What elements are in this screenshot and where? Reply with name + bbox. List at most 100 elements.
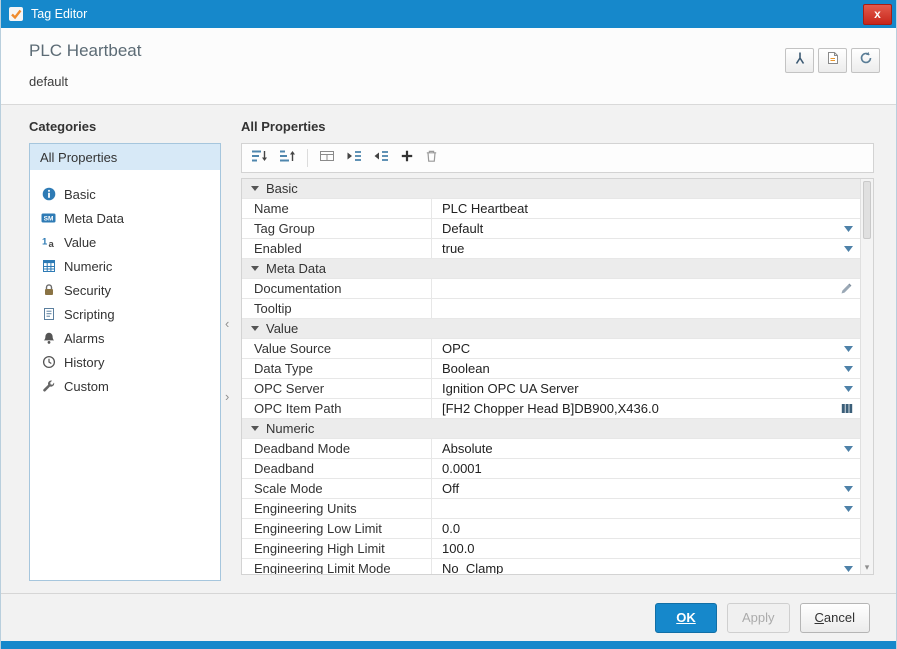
category-item-history[interactable]: History (30, 350, 220, 374)
info-icon (40, 187, 57, 201)
property-value-cell[interactable] (432, 299, 860, 318)
property-value-cell[interactable]: 100.0 (432, 539, 860, 558)
vertical-scrollbar[interactable]: ▾ (860, 179, 873, 574)
delete-button[interactable] (425, 149, 438, 168)
property-value: Default (442, 221, 484, 236)
section-header-value[interactable]: Value (242, 319, 860, 339)
dropdown-arrow-icon[interactable] (844, 365, 853, 372)
expand-all-button[interactable] (346, 149, 362, 168)
category-label: Basic (64, 186, 96, 202)
dropdown-arrow-icon[interactable] (844, 245, 853, 252)
property-value-cell[interactable]: 0.0 (432, 519, 860, 538)
property-value-cell[interactable]: 0.0001 (432, 459, 860, 478)
dropdown-arrow-icon[interactable] (844, 345, 853, 352)
property-value-cell[interactable]: PLC Heartbeat (432, 199, 860, 218)
section-label: Basic (266, 181, 298, 196)
value-icon: 1a (40, 235, 57, 250)
dropdown-arrow-icon[interactable] (844, 505, 853, 512)
dropdown-arrow-icon[interactable] (844, 445, 853, 452)
clock-icon (40, 355, 57, 369)
dropdown-arrow-icon[interactable] (844, 385, 853, 392)
refresh-button[interactable] (851, 48, 880, 73)
property-value-cell[interactable]: Boolean (432, 359, 860, 378)
header: PLC Heartbeat default (1, 28, 896, 105)
section-header-basic[interactable]: Basic (242, 179, 860, 199)
category-item-numeric[interactable]: Numeric (30, 254, 220, 278)
panel-splitter[interactable]: ‹ › (221, 119, 241, 593)
property-name: Value Source (242, 339, 432, 358)
property-value-cell[interactable] (432, 279, 860, 298)
property-value: No_Clamp (442, 561, 504, 574)
header-buttons (785, 41, 880, 104)
property-row-engineering-limit-mode: Engineering Limit Mode No_Clamp (242, 559, 860, 574)
property-value-cell[interactable]: No_Clamp (432, 559, 860, 574)
property-value: [FH2 Chopper Head B]DB900,X436.0 (442, 401, 659, 416)
opc-browse-icon[interactable] (841, 403, 853, 414)
categories-heading: Categories (29, 119, 97, 134)
collapse-all-button[interactable] (373, 149, 389, 168)
section-header-meta-data[interactable]: Meta Data (242, 259, 860, 279)
property-row-tooltip: Tooltip (242, 299, 860, 319)
scroll-down-icon[interactable]: ▾ (861, 562, 873, 573)
category-label: Meta Data (64, 210, 124, 226)
category-item-security[interactable]: Security (30, 278, 220, 302)
diagnostics-button[interactable] (785, 48, 814, 73)
categories-list: All Properties Basic SM Meta Data 1 a Value Num… (29, 143, 221, 581)
property-value-cell[interactable]: true (432, 239, 860, 258)
apply-button[interactable]: Apply (727, 602, 790, 633)
property-name: Deadband Mode (242, 439, 432, 458)
cancel-button[interactable]: Cancel (799, 602, 870, 633)
edit-pencil-icon[interactable] (840, 282, 853, 295)
notes-button[interactable] (818, 48, 847, 73)
category-item-basic[interactable]: Basic (30, 182, 220, 206)
delete-icon (425, 149, 438, 168)
close-button[interactable]: x (863, 3, 892, 25)
property-value: 0.0 (442, 521, 461, 536)
property-row-deadband-mode: Deadband Mode Absolute (242, 439, 860, 459)
dropdown-arrow-icon[interactable] (844, 565, 853, 572)
category-view-button[interactable] (319, 149, 335, 168)
property-name: Name (242, 199, 432, 218)
window-bottom-border (1, 641, 896, 649)
dropdown-arrow-icon[interactable] (844, 225, 853, 232)
tag-name-title: PLC Heartbeat (29, 41, 142, 60)
collapse-left-icon[interactable]: ‹ (225, 317, 229, 330)
properties-toolbar (241, 143, 874, 173)
content: Categories All Properties Basic SM Meta Dat… (1, 105, 896, 593)
dropdown-arrow-icon[interactable] (844, 485, 853, 492)
category-item-all-properties[interactable]: All Properties (30, 144, 220, 170)
svg-text:SM: SM (44, 216, 54, 223)
property-row-enabled: Enabled true (242, 239, 860, 259)
category-item-value[interactable]: 1 a Value (30, 230, 220, 254)
sort-ascending-button[interactable] (251, 149, 268, 168)
window-title: Tag Editor (31, 7, 88, 21)
section-header-numeric[interactable]: Numeric (242, 419, 860, 439)
property-value-cell[interactable]: [FH2 Chopper Head B]DB900,X436.0 (432, 399, 860, 418)
scrollbar-thumb[interactable] (863, 181, 871, 239)
ok-button[interactable]: OK (655, 602, 717, 633)
sort-descending-button[interactable] (279, 149, 296, 168)
sort-ascending-icon (251, 149, 268, 168)
expand-right-icon[interactable]: › (225, 390, 229, 403)
property-row-deadband: Deadband 0.0001 (242, 459, 860, 479)
property-value-cell[interactable]: Default (432, 219, 860, 238)
category-item-alarms[interactable]: Alarms (30, 326, 220, 350)
property-row-name: Name PLC Heartbeat (242, 199, 860, 219)
add-property-button[interactable] (400, 149, 414, 168)
property-name: Deadband (242, 459, 432, 478)
metadata-icon: SM (40, 211, 57, 225)
property-row-engineering-high-limit: Engineering High Limit 100.0 (242, 539, 860, 559)
category-label: Scripting (64, 306, 115, 322)
property-value: Ignition OPC UA Server (442, 381, 579, 396)
property-value-cell[interactable]: Off (432, 479, 860, 498)
category-item-scripting[interactable]: Scripting (30, 302, 220, 326)
titlebar: Tag Editor x (1, 0, 896, 28)
property-value: OPC (442, 341, 471, 356)
property-value-cell[interactable]: OPC (432, 339, 860, 358)
category-item-custom[interactable]: Custom (30, 374, 220, 398)
property-value-cell[interactable] (432, 499, 860, 518)
tag-editor-window: Tag Editor x PLC Heartbeat default Categ… (0, 0, 897, 649)
category-item-meta-data[interactable]: SM Meta Data (30, 206, 220, 230)
property-value-cell[interactable]: Absolute (432, 439, 860, 458)
property-value-cell[interactable]: Ignition OPC UA Server (432, 379, 860, 398)
